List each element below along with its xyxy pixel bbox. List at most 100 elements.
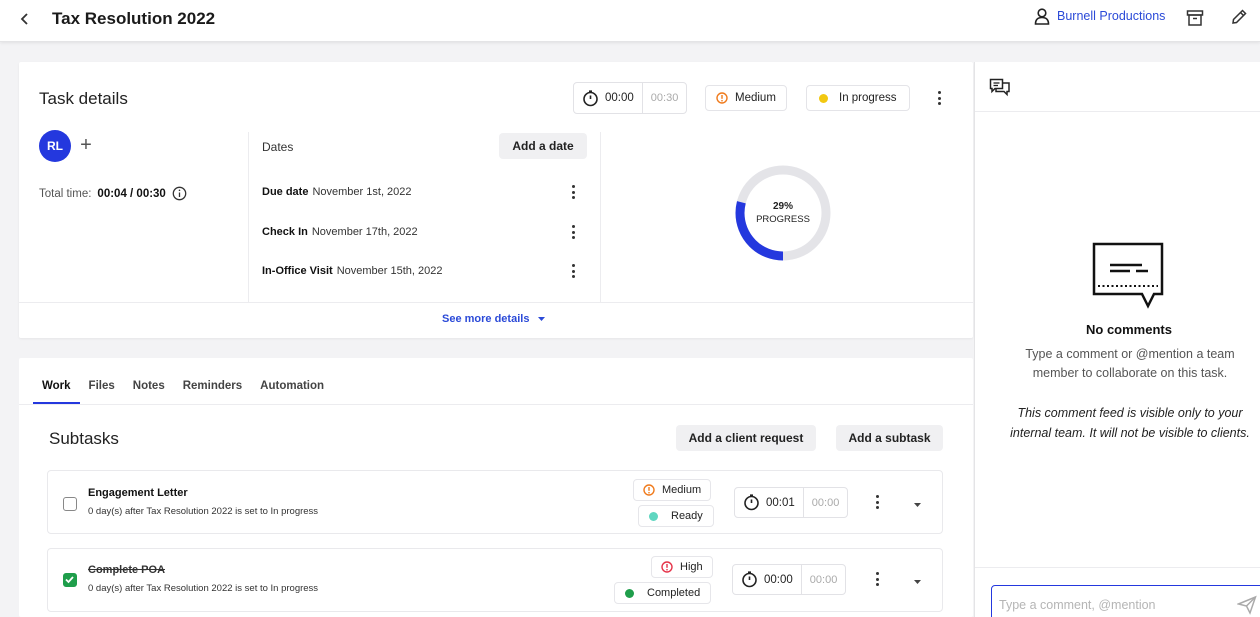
timer-current: 00:00 — [605, 92, 634, 104]
divider — [19, 404, 973, 405]
priority-label: Medium — [735, 92, 776, 104]
subtask-priority-pill[interactable]: High — [651, 556, 713, 578]
add-date-button[interactable]: Add a date — [499, 133, 587, 159]
subtask-priority-pill[interactable]: Medium — [633, 479, 712, 501]
priority-pill[interactable]: Medium — [705, 85, 787, 111]
subtask-status-pill[interactable]: Completed — [614, 582, 712, 604]
top-bar: Tax Resolution 2022 Burnell Productions — [0, 0, 1260, 42]
date-more-button[interactable] — [564, 260, 582, 282]
subtask-description: 0 day(s) after Tax Resolution 2022 is se… — [88, 506, 319, 517]
total-time-label: Total time: — [39, 187, 92, 200]
status-label: Ready — [671, 510, 703, 522]
stopwatch-icon — [583, 89, 598, 106]
status-dot — [625, 588, 634, 598]
comments-header — [975, 62, 1260, 112]
subtask-description: 0 day(s) after Tax Resolution 2022 is se… — [88, 583, 319, 594]
alert-circle-icon — [661, 561, 673, 573]
tab-notes[interactable]: Notes — [124, 380, 174, 404]
subtasks-title: Subtasks — [49, 429, 119, 448]
subtask-timer[interactable]: 00:00 00:00 — [732, 564, 847, 595]
client-name: Burnell Productions — [1057, 9, 1166, 23]
tab-bar: Work Files Notes Reminders Automation — [33, 380, 333, 404]
subtask-expand-button[interactable] — [910, 573, 924, 587]
tab-reminders[interactable]: Reminders — [174, 380, 251, 404]
task-more-button[interactable] — [930, 87, 948, 109]
message-box-icon — [1092, 242, 1164, 309]
pencil-icon — [1232, 9, 1247, 24]
check-icon — [65, 576, 74, 584]
date-more-button[interactable] — [564, 221, 582, 243]
alert-circle-icon — [716, 92, 728, 104]
add-client-request-button[interactable]: Add a client request — [676, 425, 816, 451]
divider — [248, 132, 249, 302]
send-button[interactable] — [1236, 595, 1257, 615]
date-label: Due date — [262, 186, 309, 198]
see-more-details-button[interactable]: See more details — [442, 313, 546, 325]
date-value: November 1st, 2022 — [312, 186, 412, 198]
subtask-checkbox[interactable] — [63, 573, 77, 587]
date-more-button[interactable] — [564, 181, 582, 203]
subtask-timer[interactable]: 00:01 00:00 — [734, 487, 849, 518]
work-card: Work Files Notes Reminders Automation Su… — [19, 358, 973, 617]
subtask-row[interactable]: Complete POA 0 day(s) after Tax Resoluti… — [47, 548, 943, 612]
date-row-due: Due date November 1st, 2022 — [262, 186, 412, 198]
status-dot — [649, 511, 658, 521]
task-details-card: Task details 00:00 00:30 Medium In progr… — [19, 62, 973, 338]
chevron-down-icon — [913, 503, 921, 507]
progress-percent: 29% — [772, 201, 793, 212]
subtask-name: Complete POA — [88, 564, 166, 576]
comment-input[interactable] — [991, 585, 1260, 617]
comment-composer — [975, 567, 1260, 617]
date-row-check-in: Check In November 17th, 2022 — [262, 226, 418, 238]
alert-circle-icon — [643, 484, 655, 496]
comments-panel: No comments Type a comment or @mention a… — [974, 62, 1260, 617]
tab-work[interactable]: Work — [33, 380, 80, 404]
subtask-checkbox[interactable] — [63, 497, 77, 511]
status-label: In progress — [839, 92, 897, 104]
timer-estimate: 00:30 — [641, 83, 687, 113]
status-label: Completed — [647, 587, 701, 599]
chat-bubbles-icon[interactable] — [989, 78, 1011, 98]
progress-label: PROGRESS — [756, 214, 810, 225]
edit-button[interactable] — [1229, 7, 1249, 27]
add-assignee-button[interactable]: + — [77, 134, 95, 156]
divider — [600, 132, 601, 302]
date-label: In-Office Visit — [262, 265, 333, 277]
priority-label: Medium — [662, 484, 702, 496]
subtask-row[interactable]: Engagement Letter 0 day(s) after Tax Res… — [47, 470, 943, 534]
subtask-more-button[interactable] — [868, 568, 886, 590]
avatar[interactable]: RL — [39, 130, 71, 162]
subtask-expand-button[interactable] — [910, 496, 924, 510]
subtask-more-button[interactable] — [868, 491, 886, 513]
see-more-label: See more details — [442, 313, 530, 325]
user-icon — [1034, 8, 1050, 25]
date-value: November 17th, 2022 — [311, 226, 418, 238]
timer-estimate: 00:00 — [802, 488, 848, 517]
status-pill[interactable]: In progress — [806, 85, 910, 111]
tab-automation[interactable]: Automation — [251, 380, 333, 404]
subtask-status-pill[interactable]: Ready — [638, 505, 714, 527]
date-label: Check In — [262, 226, 308, 238]
priority-label: High — [680, 561, 703, 573]
chevron-down-icon — [538, 317, 546, 321]
comments-visibility-note: This comment feed is visible only to you… — [1010, 406, 1250, 440]
comments-hint: Type a comment or @mention a team member… — [1025, 347, 1235, 380]
info-icon[interactable] — [172, 186, 187, 201]
page-title: Tax Resolution 2022 — [52, 9, 216, 28]
client-link[interactable]: Burnell Productions — [1033, 7, 1165, 25]
archive-button[interactable] — [1185, 8, 1205, 28]
send-icon — [1236, 595, 1257, 615]
tab-files[interactable]: Files — [80, 380, 124, 404]
total-time-value: 00:04 / 00:30 — [97, 187, 166, 200]
timer-current: 00:01 — [766, 496, 795, 509]
back-button[interactable] — [16, 10, 34, 28]
chevron-down-icon — [913, 580, 921, 584]
chevron-left-icon — [20, 13, 28, 25]
add-subtask-button[interactable]: Add a subtask — [836, 425, 943, 451]
divider — [19, 302, 973, 303]
no-comments-title: No comments — [1086, 322, 1172, 337]
archive-icon — [1186, 10, 1204, 26]
stopwatch-icon — [744, 494, 759, 511]
task-timer[interactable]: 00:00 00:30 — [573, 82, 688, 114]
date-row-office-visit: In-Office Visit November 15th, 2022 — [262, 265, 443, 277]
